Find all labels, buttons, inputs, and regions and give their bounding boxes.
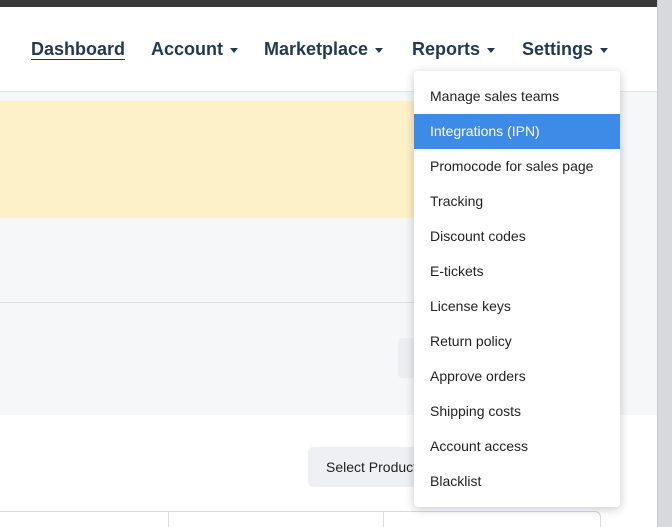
menu-item-blacklist[interactable]: Blacklist bbox=[414, 464, 620, 499]
menu-item-integrations-ipn[interactable]: Integrations (IPN) bbox=[414, 114, 620, 149]
filter-section bbox=[0, 303, 430, 415]
nav-reports[interactable]: Reports bbox=[412, 39, 496, 60]
alert-banner bbox=[0, 101, 430, 218]
menu-item-tracking[interactable]: Tracking bbox=[414, 184, 620, 219]
settings-dropdown-menu: Manage sales teams Integrations (IPN) Pr… bbox=[414, 71, 620, 507]
menu-item-approve-orders[interactable]: Approve orders bbox=[414, 359, 620, 394]
nav-account[interactable]: Account bbox=[151, 39, 238, 60]
caret-down-icon bbox=[600, 47, 609, 53]
window-top-bar bbox=[0, 0, 657, 7]
menu-item-account-access[interactable]: Account access bbox=[414, 429, 620, 464]
caret-down-icon bbox=[230, 47, 238, 53]
nav-dashboard[interactable]: Dashboard bbox=[31, 39, 125, 60]
caret-down-icon bbox=[487, 47, 496, 53]
menu-item-promocode[interactable]: Promocode for sales page bbox=[414, 149, 620, 184]
menu-item-license-keys[interactable]: License keys bbox=[414, 289, 620, 324]
select-product-button[interactable]: Select Product bbox=[308, 447, 428, 487]
menu-item-e-tickets[interactable]: E-tickets bbox=[414, 254, 620, 289]
nav-marketplace[interactable]: Marketplace bbox=[264, 39, 384, 60]
menu-item-return-policy[interactable]: Return policy bbox=[414, 324, 620, 359]
data-table bbox=[0, 511, 601, 527]
nav-settings[interactable]: Settings bbox=[522, 39, 609, 60]
menu-item-manage-sales-teams[interactable]: Manage sales teams bbox=[414, 79, 620, 114]
table-column-divider bbox=[168, 512, 169, 527]
table-column-divider bbox=[383, 512, 384, 527]
caret-down-icon bbox=[375, 47, 384, 53]
menu-item-discount-codes[interactable]: Discount codes bbox=[414, 219, 620, 254]
scrollbar[interactable] bbox=[657, 0, 672, 527]
content-section bbox=[0, 218, 430, 303]
menu-item-shipping-costs[interactable]: Shipping costs bbox=[414, 394, 620, 429]
